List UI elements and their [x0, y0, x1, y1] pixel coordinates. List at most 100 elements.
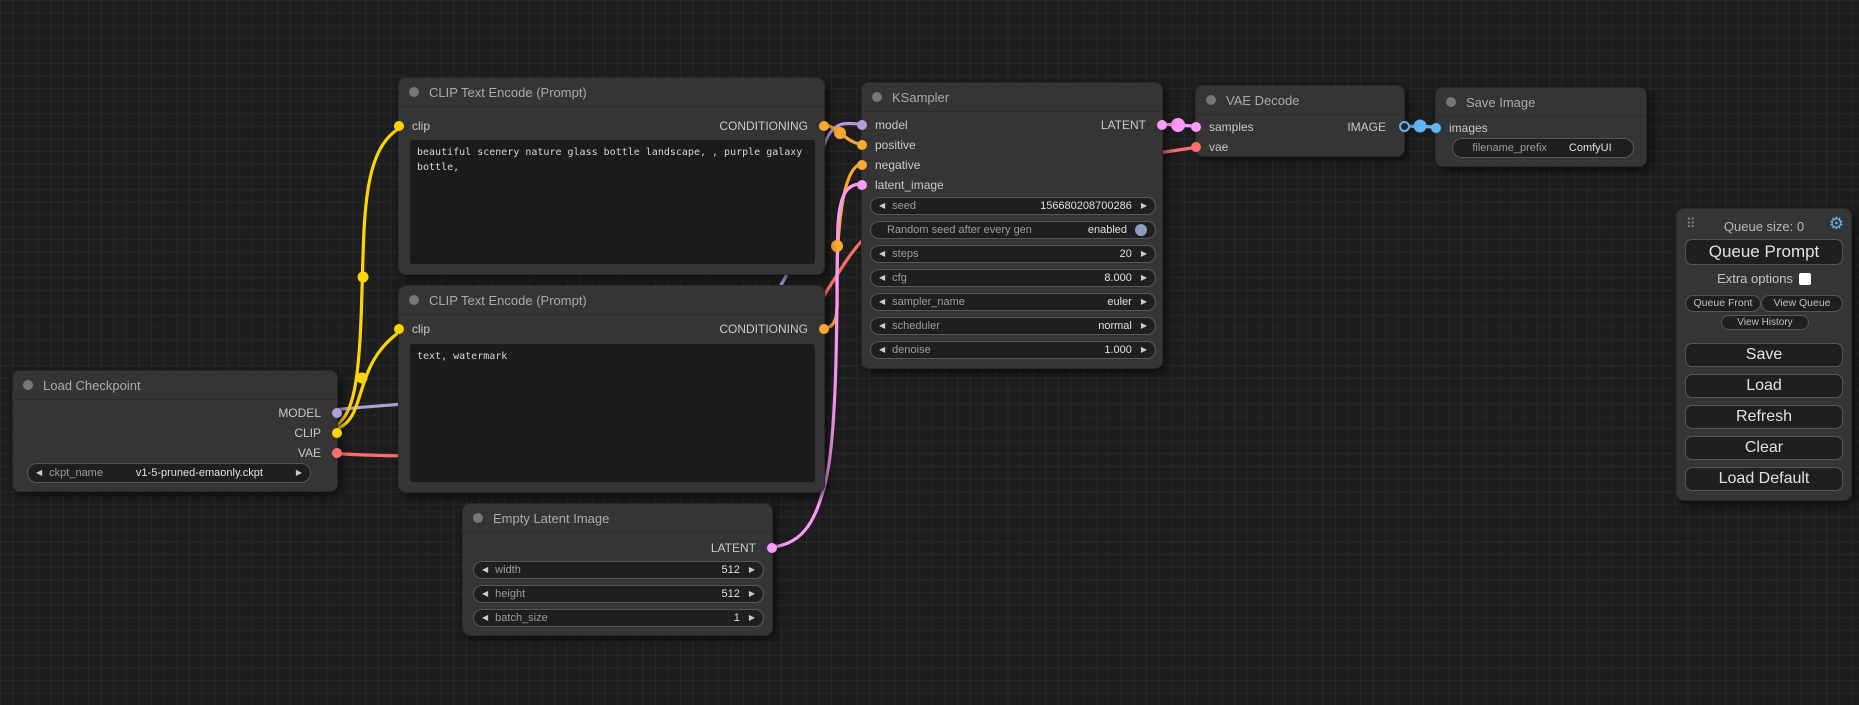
clear-button[interactable]: Clear	[1685, 436, 1843, 460]
output-dot-conditioning[interactable]	[819, 121, 829, 131]
output-dot-vae[interactable]	[332, 448, 342, 458]
node-load-checkpoint[interactable]: Load Checkpoint MODEL CLIP VAE ◀ ckpt_na…	[12, 370, 338, 492]
collapse-dot[interactable]	[409, 295, 419, 305]
increment-arrow-icon[interactable]: ▶	[1141, 346, 1147, 354]
node-header[interactable]: Save Image	[1436, 88, 1646, 117]
input-label-latent-image: latent_image	[875, 179, 944, 191]
widget-label: sampler_name	[892, 296, 965, 308]
extra-options-checkbox[interactable]	[1799, 273, 1811, 285]
seed-widget[interactable]: ◀ seed 156680208700286 ▶	[870, 197, 1156, 215]
decrement-arrow-icon[interactable]: ◀	[482, 614, 488, 622]
sampler-name-widget[interactable]: ◀ sampler_name euler ▶	[870, 293, 1156, 311]
widget-label: width	[495, 564, 521, 576]
random-seed-widget[interactable]: Random seed after every gen enabled	[870, 221, 1156, 239]
output-label-conditioning: CONDITIONING	[719, 120, 808, 132]
gear-icon[interactable]: ⚙	[1829, 215, 1844, 232]
node-header[interactable]: KSampler	[862, 83, 1162, 112]
widget-value: normal	[1098, 320, 1141, 332]
prompt-textarea[interactable]: beautiful scenery nature glass bottle la…	[410, 140, 815, 264]
queue-prompt-button[interactable]: Queue Prompt	[1685, 239, 1843, 265]
input-dot-clip[interactable]	[394, 324, 404, 334]
decrement-arrow-icon[interactable]: ◀	[482, 590, 488, 598]
node-clip-text-encode-negative[interactable]: CLIP Text Encode (Prompt) clip CONDITION…	[398, 285, 825, 493]
load-default-button[interactable]: Load Default	[1685, 467, 1843, 491]
input-label-clip: clip	[412, 323, 430, 335]
decrement-arrow-icon[interactable]: ◀	[879, 322, 885, 330]
input-dot-clip[interactable]	[394, 121, 404, 131]
input-dot-images[interactable]	[1431, 123, 1441, 133]
input-dot-model[interactable]	[857, 120, 867, 130]
increment-arrow-icon[interactable]: ▶	[296, 469, 302, 477]
decrement-arrow-icon[interactable]: ◀	[879, 250, 885, 258]
collapse-dot[interactable]	[872, 92, 882, 102]
view-history-button[interactable]: View History	[1721, 315, 1809, 330]
input-dot-negative[interactable]	[857, 160, 867, 170]
output-dot-image[interactable]	[1399, 121, 1410, 132]
widget-value: 20	[1120, 248, 1141, 260]
collapse-dot[interactable]	[473, 513, 483, 523]
node-header[interactable]: Load Checkpoint	[13, 371, 337, 400]
decrement-arrow-icon[interactable]: ◀	[879, 202, 885, 210]
increment-arrow-icon[interactable]: ▶	[1141, 274, 1147, 282]
batch-size-widget[interactable]: ◀ batch_size 1 ▶	[473, 609, 764, 627]
collapse-dot[interactable]	[1206, 95, 1216, 105]
increment-arrow-icon[interactable]: ▶	[1141, 322, 1147, 330]
increment-arrow-icon[interactable]: ▶	[749, 614, 755, 622]
prompt-textarea[interactable]: text, watermark	[410, 344, 815, 482]
queue-front-button[interactable]: Queue Front	[1685, 295, 1761, 312]
output-dot-latent[interactable]	[1157, 120, 1167, 130]
refresh-button[interactable]: Refresh	[1685, 405, 1843, 429]
node-header[interactable]: VAE Decode	[1196, 86, 1404, 115]
node-empty-latent-image[interactable]: Empty Latent Image LATENT ◀ width 512 ▶ …	[462, 503, 773, 636]
widget-label: ckpt_name	[49, 467, 103, 479]
node-title: CLIP Text Encode (Prompt)	[429, 293, 587, 308]
input-label-negative: negative	[875, 159, 920, 171]
cfg-widget[interactable]: ◀ cfg 8.000 ▶	[870, 269, 1156, 287]
increment-arrow-icon[interactable]: ▶	[749, 590, 755, 598]
scheduler-widget[interactable]: ◀ scheduler normal ▶	[870, 317, 1156, 335]
node-save-image[interactable]: Save Image images filename_prefix ComfyU…	[1435, 87, 1647, 167]
input-dot-positive[interactable]	[857, 140, 867, 150]
increment-arrow-icon[interactable]: ▶	[749, 566, 755, 574]
collapse-dot[interactable]	[409, 87, 419, 97]
decrement-arrow-icon[interactable]: ◀	[879, 274, 885, 282]
decrement-arrow-icon[interactable]: ◀	[879, 298, 885, 306]
ckpt-name-widget[interactable]: ◀ ckpt_name v1-5-pruned-emaonly.ckpt ▶	[27, 463, 311, 483]
widget-label: height	[495, 588, 525, 600]
load-button[interactable]: Load	[1685, 374, 1843, 398]
extra-options-label: Extra options	[1717, 271, 1793, 286]
node-vae-decode[interactable]: VAE Decode samples vae IMAGE	[1195, 85, 1405, 157]
decrement-arrow-icon[interactable]: ◀	[36, 469, 42, 477]
output-dot-latent[interactable]	[767, 543, 777, 553]
increment-arrow-icon[interactable]: ▶	[1141, 202, 1147, 210]
output-dot-conditioning[interactable]	[819, 324, 829, 334]
input-dot-samples[interactable]	[1191, 122, 1201, 132]
input-dot-vae[interactable]	[1191, 142, 1201, 152]
decrement-arrow-icon[interactable]: ◀	[879, 346, 885, 354]
output-dot-clip[interactable]	[332, 428, 342, 438]
widget-value: 156680208700286	[1040, 200, 1141, 212]
increment-arrow-icon[interactable]: ▶	[1141, 250, 1147, 258]
filename-prefix-widget[interactable]: filename_prefix ComfyUI	[1452, 138, 1634, 158]
node-header[interactable]: CLIP Text Encode (Prompt)	[399, 78, 824, 107]
collapse-dot[interactable]	[1446, 97, 1456, 107]
widget-value: 512	[721, 564, 748, 576]
steps-widget[interactable]: ◀ steps 20 ▶	[870, 245, 1156, 263]
node-clip-text-encode-positive[interactable]: CLIP Text Encode (Prompt) clip CONDITION…	[398, 77, 825, 275]
node-header[interactable]: CLIP Text Encode (Prompt)	[399, 286, 824, 315]
increment-arrow-icon[interactable]: ▶	[1141, 298, 1147, 306]
collapse-dot[interactable]	[23, 380, 33, 390]
widget-label: denoise	[892, 344, 931, 356]
save-button[interactable]: Save	[1685, 343, 1843, 367]
output-dot-model[interactable]	[332, 408, 342, 418]
node-header[interactable]: Empty Latent Image	[463, 504, 772, 533]
node-ksampler[interactable]: KSampler model positive negative latent_…	[861, 82, 1163, 369]
decrement-arrow-icon[interactable]: ◀	[482, 566, 488, 574]
denoise-widget[interactable]: ◀ denoise 1.000 ▶	[870, 341, 1156, 359]
width-widget[interactable]: ◀ width 512 ▶	[473, 561, 764, 579]
input-dot-latent-image[interactable]	[857, 180, 867, 190]
height-widget[interactable]: ◀ height 512 ▶	[473, 585, 764, 603]
view-queue-button[interactable]: View Queue	[1761, 295, 1843, 312]
toggle-icon[interactable]	[1135, 224, 1147, 236]
node-graph-canvas[interactable]: Load Checkpoint MODEL CLIP VAE ◀ ckpt_na…	[0, 0, 1859, 705]
